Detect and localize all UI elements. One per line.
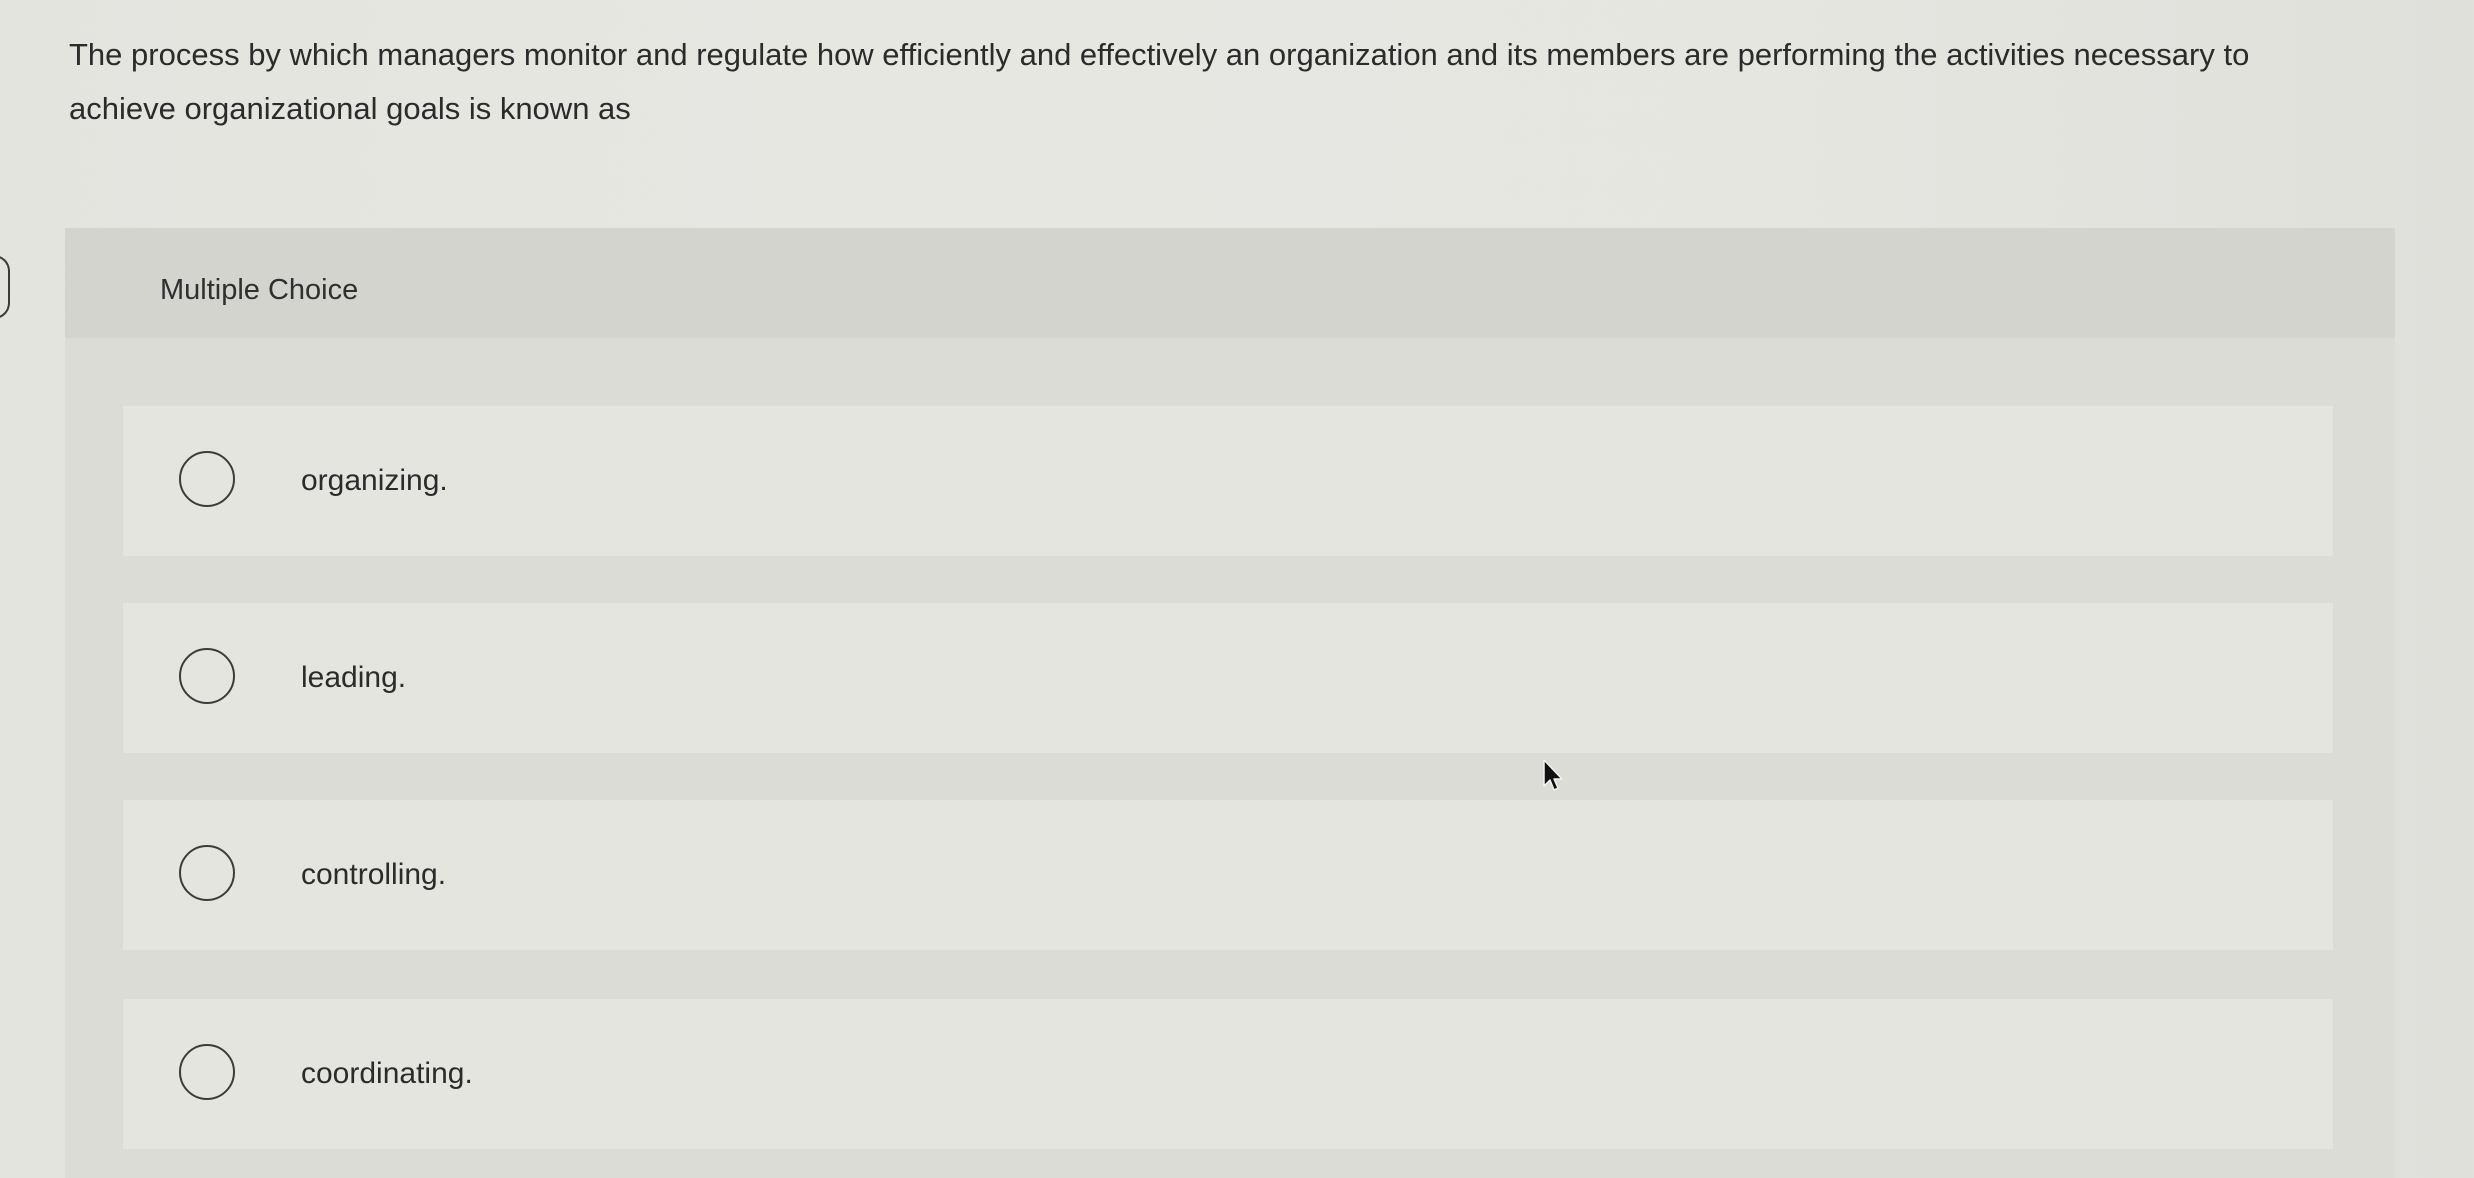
mouse-pointer-icon: [1543, 759, 1563, 791]
option-label: organizing.: [301, 464, 448, 497]
option-label: coordinating.: [301, 1057, 473, 1090]
option-organizing[interactable]: organizing.: [123, 406, 2333, 556]
option-label: controlling.: [301, 858, 447, 891]
radio-unselected-icon[interactable]: [179, 1044, 235, 1100]
radio-unselected-icon[interactable]: [179, 648, 235, 704]
left-edge-control: [0, 255, 10, 319]
radio-unselected-icon[interactable]: [179, 451, 235, 507]
option-controlling[interactable]: controlling.: [123, 800, 2333, 950]
option-label: leading.: [301, 661, 407, 694]
radio-unselected-icon[interactable]: [179, 845, 235, 901]
question-text: The process by which managers monitor an…: [69, 37, 2250, 126]
option-leading[interactable]: leading.: [123, 603, 2333, 753]
panel-header: Multiple Choice: [65, 228, 2395, 338]
question-type-label: Multiple Choice: [160, 274, 359, 306]
multiple-choice-panel: Multiple Choice organizing. leading. con…: [65, 228, 2395, 1178]
option-coordinating[interactable]: coordinating.: [123, 999, 2333, 1149]
